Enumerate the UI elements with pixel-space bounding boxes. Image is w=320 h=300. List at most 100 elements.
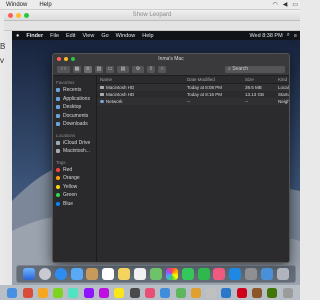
app-icon[interactable]	[267, 287, 278, 298]
tag-color-dot	[56, 176, 60, 181]
menu-help[interactable]: Help	[142, 33, 153, 39]
app-menu-finder[interactable]: Finder	[26, 33, 43, 39]
gear-icon[interactable]: ⚙	[132, 65, 144, 73]
app-icon[interactable]	[53, 287, 64, 298]
menu-view[interactable]: View	[83, 33, 95, 39]
cloud-icon	[56, 140, 60, 145]
app-icon[interactable]	[68, 287, 79, 298]
volume-icon[interactable]: ◀	[283, 1, 288, 8]
app-icon[interactable]	[144, 287, 155, 298]
app-icon[interactable]	[221, 287, 232, 298]
maps-icon[interactable]	[149, 268, 162, 280]
sidebar-item-tag-yellow[interactable]: Yellow	[53, 183, 96, 192]
app-icon[interactable]	[129, 287, 140, 298]
finder-app-icon[interactable]	[22, 268, 35, 280]
menu-list-icon[interactable]: ≡	[294, 33, 297, 39]
column-header-kind[interactable]: Kind	[278, 77, 289, 82]
search-icon[interactable]: ⌕	[287, 32, 290, 39]
table-row[interactable]: Network -- -- Neighborhood	[97, 98, 289, 105]
column-view-button[interactable]: ▥	[95, 65, 103, 73]
sidebar-item-label: iCloud Drive	[63, 139, 91, 146]
back-forward-button[interactable]: ‹ ›	[57, 65, 70, 73]
menu-file[interactable]: File	[50, 33, 59, 39]
guest-screen[interactable]: ● Finder File Edit View Go Window Help W…	[12, 31, 300, 285]
sidebar-item-tag-orange[interactable]: Orange	[53, 174, 96, 183]
gallery-view-button[interactable]: ▭	[106, 65, 114, 73]
sidebar-item-label: Applications	[63, 95, 90, 102]
menu-edit[interactable]: Edit	[66, 33, 75, 39]
sidebar-item-label: Green	[63, 192, 77, 199]
reminders-icon[interactable]	[134, 268, 146, 280]
app-icon[interactable]	[236, 287, 247, 298]
facetime-icon[interactable]	[197, 268, 210, 280]
sidebar-item-recents[interactable]: Recents	[53, 86, 96, 95]
tag-color-dot	[56, 184, 60, 189]
clock-icon	[56, 88, 60, 93]
finder-app-icon[interactable]	[7, 287, 18, 298]
app-icon[interactable]	[114, 287, 125, 298]
menu-window[interactable]: Window	[116, 33, 136, 39]
sidebar-item-tag-blue[interactable]: Blue	[53, 200, 96, 209]
finder-toolbar: ‹ › ▦ ≡ ▥ ▭ ▤ ⚙ ⇪ ○ ⌕ Search	[53, 63, 289, 76]
desktop-icon	[56, 105, 60, 110]
app-icon[interactable]	[252, 287, 263, 298]
sidebar-item-icloud-drive[interactable]: iCloud Drive	[53, 139, 96, 148]
itunes-icon[interactable]	[213, 268, 226, 280]
sidebar-item-label: Documents	[63, 112, 89, 119]
table-row[interactable]: Macintosh HD Today at 8:16 PM 13.13 GB S…	[97, 91, 289, 98]
messages-icon[interactable]	[181, 268, 194, 280]
table-row[interactable]: Macintosh HD Today at 8:08 PM 39.5 MB Lo…	[97, 84, 289, 91]
wifi-icon[interactable]: ◠	[272, 1, 277, 8]
host-menubar: Window Help ◠ ◀ ▭	[0, 0, 300, 10]
sidebar-item-desktop[interactable]: Desktop	[53, 103, 96, 112]
host-menu-help[interactable]: Help	[39, 2, 51, 8]
group-button[interactable]: ▤	[117, 65, 129, 73]
app-icon[interactable]	[83, 287, 94, 298]
trash-icon[interactable]	[276, 268, 289, 280]
safari-icon[interactable]	[54, 268, 67, 280]
mail-icon[interactable]	[70, 268, 83, 280]
sidebar-item-downloads[interactable]: Downloads	[53, 120, 96, 129]
hard-drive-icon	[100, 93, 104, 96]
search-field[interactable]: ⌕ Search	[225, 65, 285, 73]
list-view-button[interactable]: ≡	[84, 65, 92, 73]
sidebar-item-tag-green[interactable]: Green	[53, 191, 96, 200]
photos-icon[interactable]	[165, 268, 178, 280]
downloads-stack-icon[interactable]	[261, 268, 273, 280]
column-header-name[interactable]: Name	[97, 77, 187, 82]
sidebar-item-documents[interactable]: Documents	[53, 112, 96, 121]
sidebar-item-tag-red[interactable]: Red	[53, 166, 96, 175]
app-icon[interactable]	[160, 287, 171, 298]
apple-menu-icon[interactable]: ●	[16, 33, 19, 39]
app-icon[interactable]	[22, 287, 33, 298]
app-icon[interactable]	[175, 287, 186, 298]
icon-view-button[interactable]: ▦	[73, 65, 81, 73]
menu-go[interactable]: Go	[101, 33, 108, 39]
finder-window-title: Inma's Mac	[158, 55, 184, 62]
column-header-size[interactable]: Size	[245, 77, 278, 82]
app-icon[interactable]	[99, 287, 110, 298]
finder-window[interactable]: Inma's Mac ‹ › ▦ ≡ ▥ ▭ ▤ ⚙ ⇪ ○ ⌕ Search …	[52, 53, 290, 263]
launchpad-icon[interactable]	[38, 268, 51, 280]
app-icon[interactable]	[37, 287, 48, 298]
system-preferences-icon[interactable]	[245, 268, 258, 280]
app-icon[interactable]	[206, 287, 217, 298]
row-date: Today at 8:08 PM	[187, 85, 223, 90]
sidebar-item-applications[interactable]: Applications	[53, 95, 96, 104]
row-size: 13.13 GB	[245, 92, 265, 97]
app-icon[interactable]	[190, 287, 201, 298]
search-placeholder: Search	[232, 66, 249, 72]
trash-icon[interactable]	[282, 287, 293, 298]
host-menu-window[interactable]: Window	[6, 2, 27, 8]
row-size: --	[245, 99, 248, 104]
notes-icon[interactable]	[118, 268, 131, 280]
clock[interactable]: Wed 8:38 PM	[249, 33, 282, 39]
tag-icon[interactable]: ○	[158, 65, 166, 73]
battery-icon[interactable]: ▭	[292, 1, 298, 8]
sidebar-item-macintosh-hd[interactable]: Macintosh...	[53, 147, 96, 156]
app-store-icon[interactable]	[229, 268, 242, 280]
calendar-icon[interactable]	[102, 268, 115, 280]
column-header-date[interactable]: Date Modified	[187, 77, 245, 82]
contacts-icon[interactable]	[86, 268, 99, 280]
share-icon[interactable]: ⇪	[147, 65, 155, 73]
